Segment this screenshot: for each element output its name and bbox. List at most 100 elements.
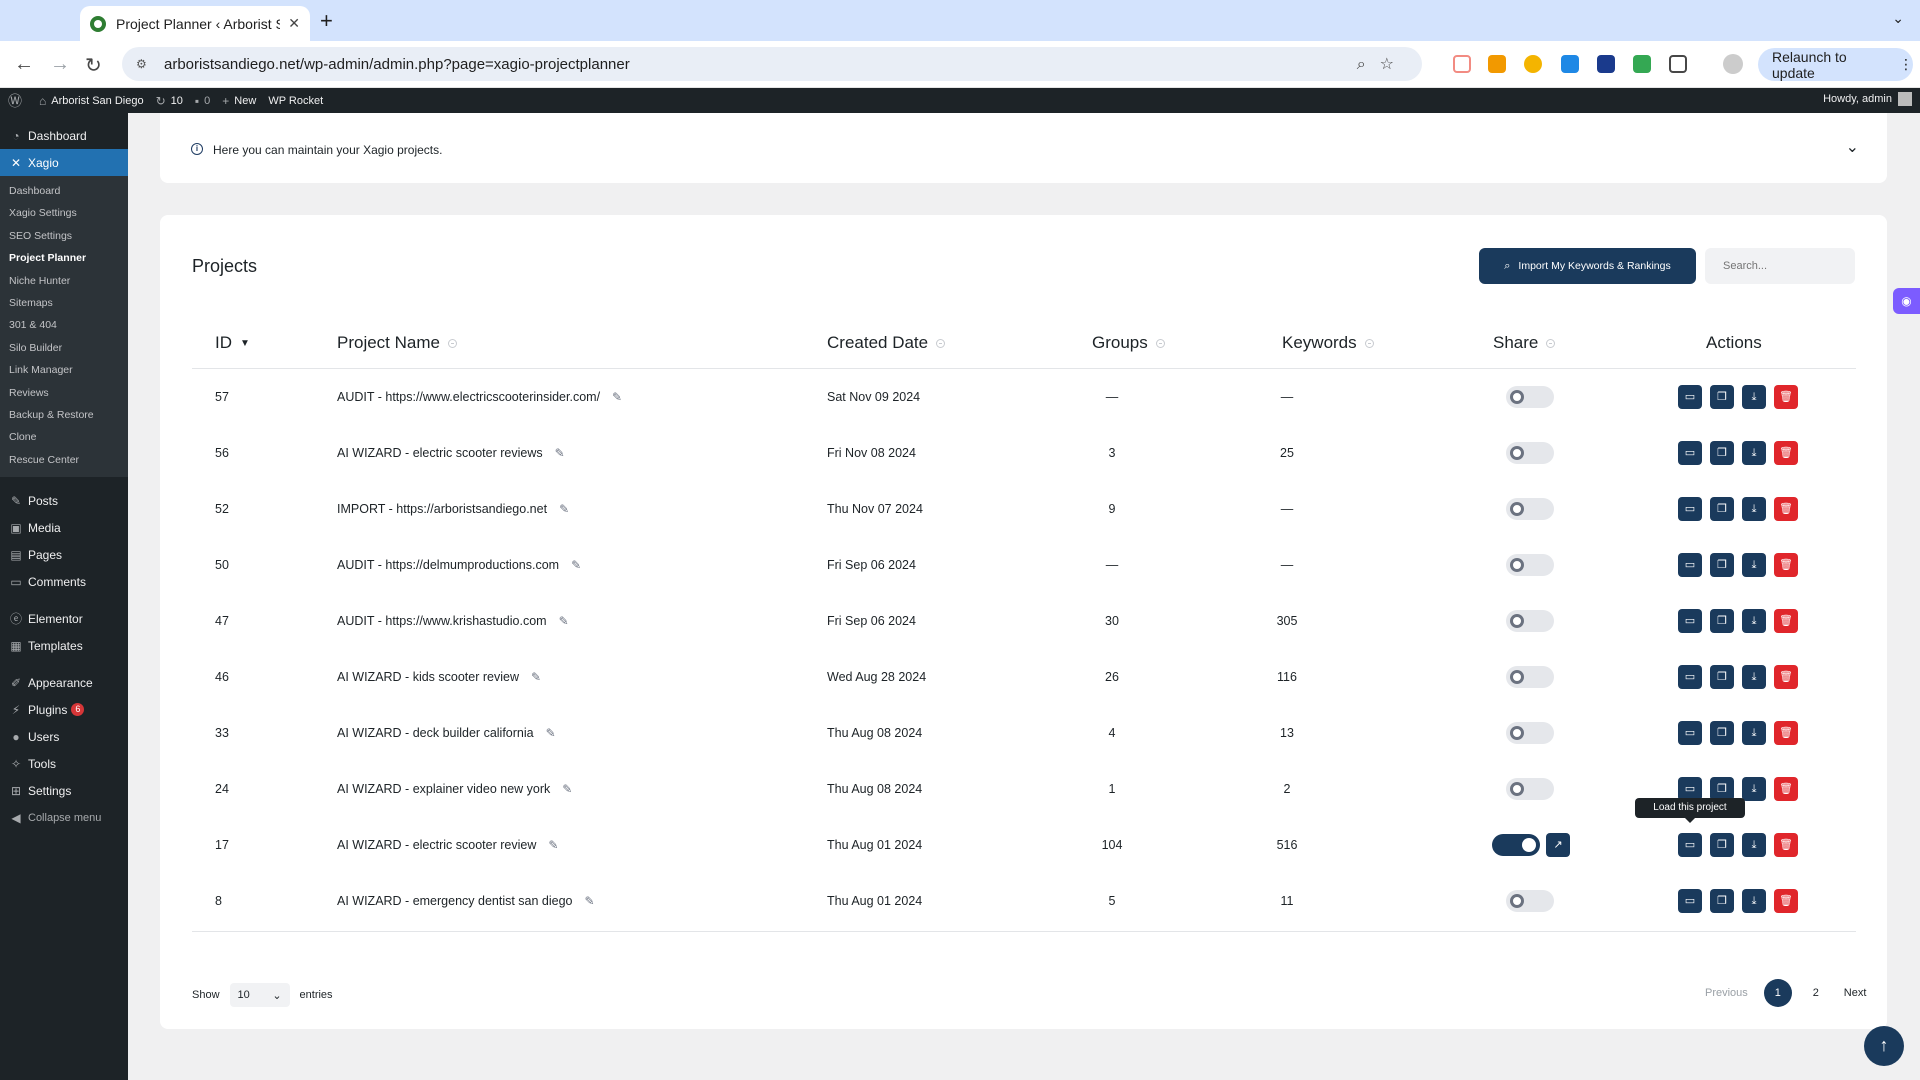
account-menu[interactable]: Howdy, admin [1823,92,1912,106]
previous-page-button[interactable]: Previous [1705,987,1748,999]
load-project-folder-icon[interactable]: ▭ [1678,609,1702,633]
sidebar-item-plugins[interactable]: ⚡ Plugins 6 [0,696,128,723]
submenu-seo-settings[interactable]: SEO Settings [0,225,128,247]
delete-trash-icon[interactable]: 🗑 [1774,609,1798,633]
delete-trash-icon[interactable]: 🗑 [1774,833,1798,857]
project-name-text[interactable]: AI WIZARD - electric scooter review [337,838,536,852]
site-info-icon[interactable]: ⚙ [136,57,150,71]
entries-select[interactable]: 10 ⌄ [229,983,290,1007]
tab-close-icon[interactable]: ✕ [288,15,300,32]
duplicate-icon[interactable]: ❐ [1710,385,1734,409]
submenu-project-planner[interactable]: Project Planner [0,247,128,269]
tab-search-icon[interactable]: ⌄ [1892,10,1904,27]
download-icon[interactable]: ⤓ [1742,833,1766,857]
edit-icon[interactable]: ✎ [531,670,541,684]
download-icon[interactable]: ⤓ [1742,889,1766,913]
submenu-silo-builder[interactable]: Silo Builder [0,337,128,359]
sidebar-item-xagio[interactable]: ✕ Xagio [0,149,128,176]
download-icon[interactable]: ⤓ [1742,553,1766,577]
delete-trash-icon[interactable]: 🗑 [1774,889,1798,913]
delete-trash-icon[interactable]: 🗑 [1774,553,1798,577]
zoom-icon[interactable]: ⌕☆ [1357,54,1408,74]
comments-link[interactable]: ▪ 0 [195,94,210,108]
extension-icon[interactable] [1453,55,1471,73]
chat-widget-icon[interactable]: ◉ [1893,288,1920,314]
share-toggle[interactable] [1492,834,1540,856]
sidebar-item-users[interactable]: ● Users [0,723,128,750]
import-keywords-button[interactable]: ⌕ Import My Keywords & Rankings [1479,248,1696,284]
project-name-text[interactable]: AI WIZARD - kids scooter review [337,670,519,684]
duplicate-icon[interactable]: ❐ [1710,833,1734,857]
submenu-301-404[interactable]: 301 & 404 [0,314,128,336]
load-project-folder-icon[interactable]: ▭ [1678,721,1702,745]
submenu-link-manager[interactable]: Link Manager [0,359,128,381]
sidebar-item-templates[interactable]: ▦ Templates [0,632,128,659]
load-project-folder-icon[interactable]: ▭ [1678,441,1702,465]
wp-rocket-link[interactable]: WP Rocket [268,95,323,107]
back-arrow-icon[interactable]: ← [14,53,34,76]
load-project-folder-icon[interactable]: ▭ [1678,889,1702,913]
submenu-backup-restore[interactable]: Backup & Restore [0,404,128,426]
submenu-reviews[interactable]: Reviews [0,382,128,404]
submenu-xagio-settings[interactable]: Xagio Settings [0,202,128,224]
edit-icon[interactable]: ✎ [555,446,565,460]
column-project-name[interactable]: Project Name [337,333,457,353]
duplicate-icon[interactable]: ❐ [1710,553,1734,577]
share-toggle[interactable] [1506,610,1554,632]
download-icon[interactable]: ⤓ [1742,721,1766,745]
column-groups[interactable]: Groups [1092,333,1165,353]
wordpress-logo-icon[interactable]: Ⓦ [8,91,27,111]
external-link-icon[interactable]: ↗ [1546,833,1570,857]
column-share[interactable]: Share [1493,333,1556,353]
chevron-down-icon[interactable]: ⌄ [1846,137,1859,157]
submenu-rescue-center[interactable]: Rescue Center [0,449,128,471]
load-project-folder-icon[interactable]: ▭ [1678,385,1702,409]
project-name-text[interactable]: AUDIT - https://www.krishastudio.com [337,614,547,628]
edit-icon[interactable]: ✎ [612,390,622,404]
project-name-text[interactable]: AI WIZARD - emergency dentist san diego [337,894,573,908]
edit-icon[interactable]: ✎ [585,894,595,908]
project-name-text[interactable]: AUDIT - https://www.electricscooterinsid… [337,390,600,404]
sidebar-item-media[interactable]: ▣ Media [0,514,128,541]
load-project-folder-icon[interactable]: ▭ [1678,665,1702,689]
project-name-text[interactable]: AUDIT - https://delmumproductions.com [337,558,559,572]
new-tab-button[interactable]: + [320,8,333,34]
share-toggle[interactable] [1506,386,1554,408]
project-name-text[interactable]: AI WIZARD - explainer video new york [337,782,550,796]
browser-menu-icon[interactable]: ⋮ [1899,56,1913,73]
profile-avatar[interactable] [1723,54,1743,74]
search-input[interactable] [1705,248,1855,284]
edit-icon[interactable]: ✎ [546,726,556,740]
amazon-extension-icon[interactable] [1488,55,1506,73]
relaunch-button[interactable]: Relaunch to update ⋮ [1758,48,1913,81]
sidebar-item-pages[interactable]: ▤ Pages [0,541,128,568]
download-icon[interactable]: ⤓ [1742,665,1766,689]
share-toggle[interactable] [1506,666,1554,688]
submenu-clone[interactable]: Clone [0,426,128,448]
forward-arrow-icon[interactable]: → [50,53,70,76]
delete-trash-icon[interactable]: 🗑 [1774,665,1798,689]
duplicate-icon[interactable]: ❐ [1710,441,1734,465]
collapse-menu-button[interactable]: ◀ Collapse menu [0,804,128,831]
sidebar-item-dashboard[interactable]: ◔ Dashboard [0,122,128,149]
k-extension-icon[interactable] [1633,55,1651,73]
download-icon[interactable]: ⤓ [1742,385,1766,409]
column-keywords[interactable]: Keywords [1282,333,1374,353]
project-name-text[interactable]: AI WIZARD - electric scooter reviews [337,446,543,460]
submenu-sitemaps[interactable]: Sitemaps [0,292,128,314]
submenu-niche-hunter[interactable]: Niche Hunter [0,270,128,292]
extension-icon[interactable] [1524,55,1542,73]
edit-icon[interactable]: ✎ [562,782,572,796]
delete-trash-icon[interactable]: 🗑 [1774,721,1798,745]
edit-icon[interactable]: ✎ [548,838,558,852]
new-content-link[interactable]: + New [222,94,256,108]
scroll-to-top-button[interactable]: ↑ [1864,1026,1904,1066]
m-extension-icon[interactable] [1561,55,1579,73]
sidebar-item-settings[interactable]: ⊞ Settings [0,777,128,804]
load-project-folder-icon[interactable]: ▭ [1678,833,1702,857]
duplicate-icon[interactable]: ❐ [1710,665,1734,689]
page-button-2[interactable]: 2 [1802,979,1830,1007]
sidebar-item-appearance[interactable]: ✐ Appearance [0,669,128,696]
download-icon[interactable]: ⤓ [1742,497,1766,521]
next-page-button[interactable]: Next [1844,987,1867,999]
